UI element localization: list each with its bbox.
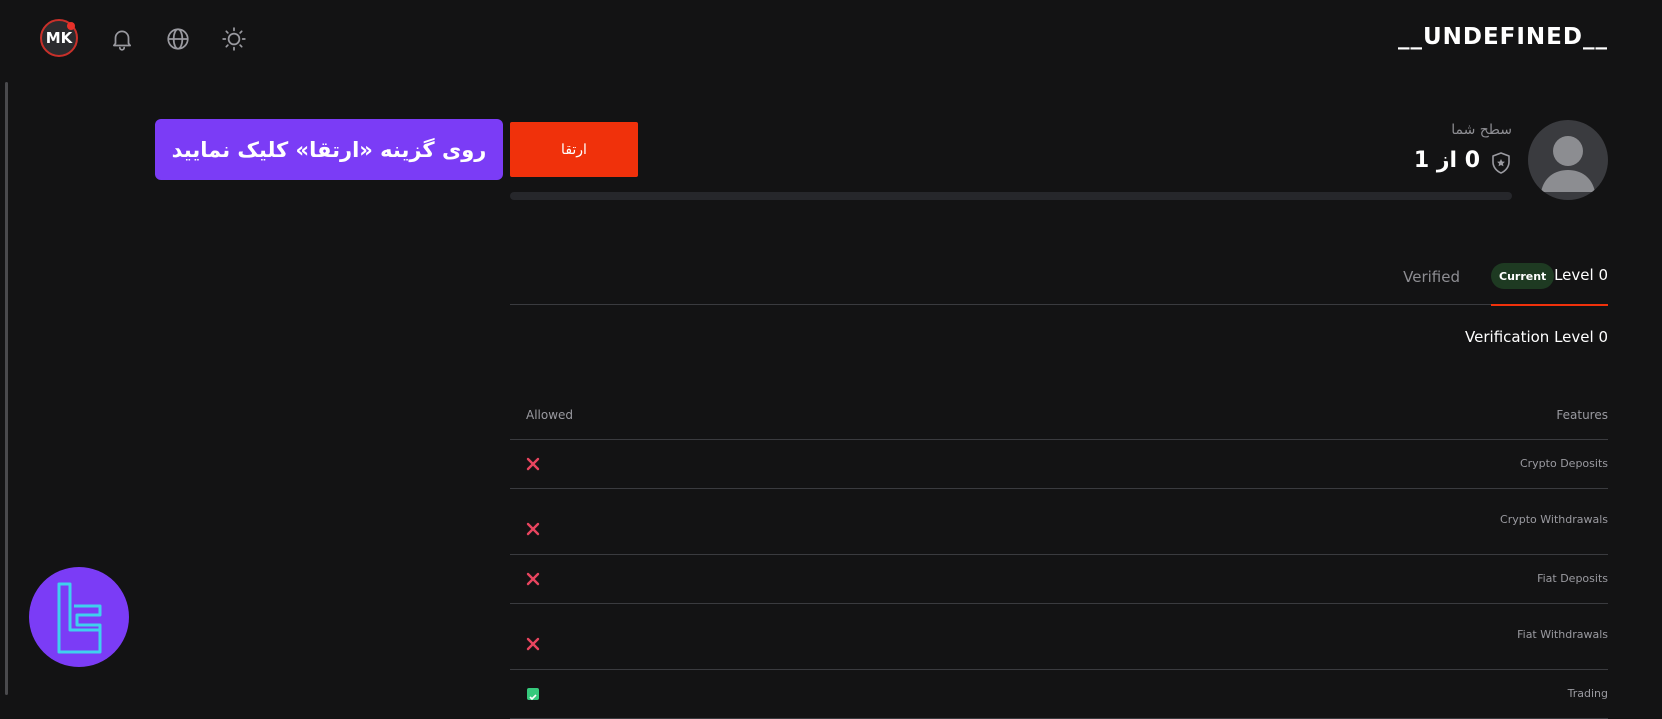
level-value: 0 از 1 xyxy=(1413,148,1480,173)
column-header-features: Features xyxy=(1556,408,1608,422)
feature-name: Crypto Withdrawals xyxy=(1500,513,1608,526)
level-progress-bar xyxy=(510,192,1512,200)
tab-level-label: Level 0 xyxy=(1554,266,1608,284)
x-icon xyxy=(525,456,541,472)
tab-level-0[interactable]: Current Level 0 xyxy=(1491,260,1608,306)
bell-icon[interactable] xyxy=(109,26,135,52)
current-badge: Current xyxy=(1491,263,1555,289)
globe-icon[interactable] xyxy=(165,26,191,52)
feature-name: Trading xyxy=(1567,687,1608,700)
table-row: Crypto Deposits xyxy=(510,440,1608,489)
sun-icon[interactable] xyxy=(221,26,247,52)
notification-dot xyxy=(67,22,75,30)
verification-level-title: Verification Level 0 xyxy=(1465,328,1608,346)
shield-star-icon xyxy=(1490,151,1512,175)
user-avatar[interactable]: MK xyxy=(40,19,78,57)
top-bar: MK __UNDEFINED__ xyxy=(0,0,1662,80)
feature-name: Fiat Withdrawals xyxy=(1517,628,1608,641)
feature-name: Fiat Deposits xyxy=(1537,572,1608,585)
level-caption: سطح شما xyxy=(1451,122,1512,138)
table-row: Fiat Withdrawals xyxy=(510,604,1608,670)
column-header-allowed: Allowed xyxy=(526,408,574,422)
left-scrollbar[interactable] xyxy=(5,82,8,695)
table-body: Crypto Deposits Crypto Withdrawals Fiat De… xyxy=(510,440,1608,719)
tab-verified[interactable]: Verified xyxy=(1403,268,1460,286)
feature-name: Crypto Deposits xyxy=(1519,457,1608,470)
instruction-callout: روی گزینه «ارتقا» کلیک نمایید xyxy=(155,119,503,180)
level-tabs: Verified Current Level 0 xyxy=(510,260,1608,306)
check-icon xyxy=(527,688,539,701)
brand-title: __UNDEFINED__ xyxy=(1397,24,1608,50)
table-row: Crypto Withdrawals xyxy=(510,489,1608,555)
features-table: Allowed Features Crypto Deposits Crypto W… xyxy=(510,400,1608,719)
watermark-logo xyxy=(29,567,129,667)
table-row: Fiat Deposits xyxy=(510,555,1608,604)
profile-avatar[interactable] xyxy=(1528,120,1608,200)
x-icon xyxy=(525,521,541,537)
avatar-initials: MK xyxy=(45,29,73,47)
table-header: Allowed Features xyxy=(510,400,1608,440)
x-icon xyxy=(525,636,541,652)
x-icon xyxy=(525,571,541,587)
upgrade-button[interactable]: ارتقا xyxy=(510,122,638,177)
